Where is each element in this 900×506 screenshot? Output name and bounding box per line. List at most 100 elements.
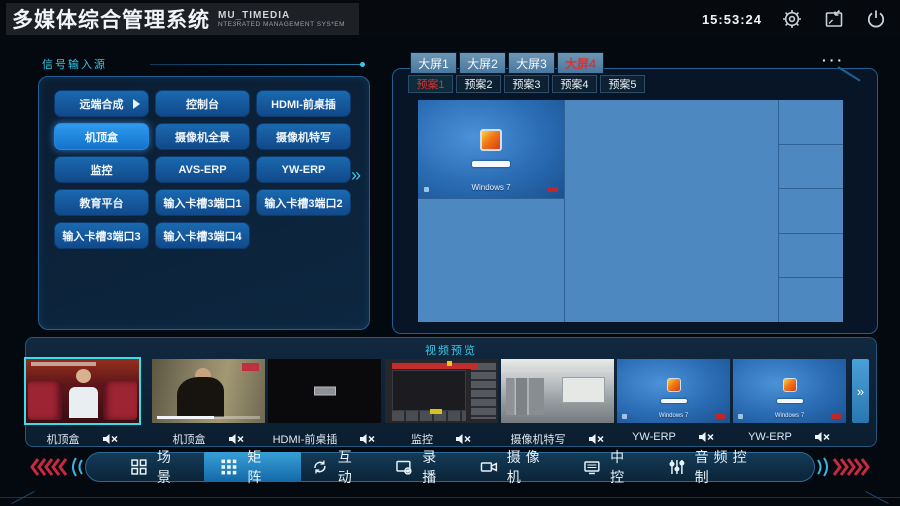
preview-item: 监控 <box>385 359 498 447</box>
thumbnail-image <box>152 359 265 423</box>
user-avatar <box>480 129 502 151</box>
screen-tab-bar: 大屏1 大屏2 大屏3 大屏4 <box>410 52 604 74</box>
video-preview-strip: 视频预览 机顶盒 HDMI-前桌插 <box>25 337 877 447</box>
preview-item: Windows 7 YW-ERP <box>617 359 730 443</box>
source-button-camera-wide[interactable]: 摄像机全景 <box>155 123 250 150</box>
thumbnail-image <box>385 359 498 423</box>
source-panel-title: 信号输入源 <box>42 56 107 72</box>
preview-thumbnail-settop[interactable] <box>152 359 265 423</box>
shutdown-button-art <box>548 187 558 192</box>
wall-cell-right-2[interactable] <box>779 145 843 190</box>
source-button-camera-closeup[interactable]: 摄像机特写 <box>256 123 351 150</box>
source-button-hdmi[interactable]: HDMI-前桌插 <box>256 90 351 117</box>
source-button-grid: 远端合成 控制台 HDMI-前桌插 机顶盒 摄像机全景 摄像机特写 监控 AVS… <box>51 87 357 252</box>
thumbnail-image: Windows 7 <box>733 359 846 423</box>
thumbnail-image <box>501 359 614 423</box>
source-button-slot3-port4[interactable]: 输入卡槽3端口4 <box>155 222 250 249</box>
preview-thumbnail-yw-erp-1[interactable]: Windows 7 <box>617 359 730 423</box>
source-button-slot3-port2[interactable]: 输入卡槽3端口2 <box>256 189 351 216</box>
wall-cell-center[interactable] <box>565 100 779 322</box>
submenu-arrow-icon <box>133 99 140 109</box>
nav-item-scene[interactable]: 场景 <box>120 452 204 482</box>
video-camera-icon <box>480 458 498 476</box>
wall-cell-blank[interactable] <box>418 199 564 322</box>
source-button-remote-compose[interactable]: 远端合成 <box>54 90 149 117</box>
source-button-yw-erp[interactable]: YW-ERP <box>256 156 351 183</box>
preview-thumbnail-settop-selected[interactable] <box>26 359 139 423</box>
source-button-edu-platform[interactable]: 教育平台 <box>54 189 149 216</box>
resize-icon[interactable] <box>822 7 846 31</box>
app-header: 多媒体综合管理系统 MU_TIMEDIA NTE3RATED MANAGEMEN… <box>0 0 900 38</box>
mute-icon[interactable] <box>359 433 376 445</box>
control-console-icon <box>583 458 601 476</box>
preview-thumbnail-camera-closeup[interactable] <box>501 359 614 423</box>
app-title-block: 多媒体综合管理系统 MU_TIMEDIA NTE3RATED MANAGEMEN… <box>6 3 359 35</box>
mute-icon[interactable] <box>102 433 119 445</box>
preview-thumbnail-monitor[interactable] <box>385 359 498 423</box>
thumb-label: YW-ERP <box>632 431 676 443</box>
windows-label: Windows 7 <box>418 183 564 192</box>
gear-icon[interactable] <box>780 7 804 31</box>
nav-item-matrix[interactable]: 矩阵 <box>204 452 300 482</box>
tab-screen-3[interactable]: 大屏3 <box>508 52 555 74</box>
thumbnail-image: Windows 7 <box>617 359 730 423</box>
preview-item: 摄像机特写 <box>501 359 614 447</box>
power-icon[interactable] <box>864 7 888 31</box>
tab-preset-1[interactable]: 预案1 <box>408 75 453 93</box>
preview-item: Windows 7 YW-ERP <box>733 359 846 443</box>
wall-cell-right-4[interactable] <box>779 234 843 279</box>
preview-item: 机顶盒 <box>26 359 139 447</box>
nav-item-interactive[interactable]: 互动 <box>301 452 385 482</box>
scroll-right-button[interactable]: » <box>852 359 869 423</box>
ease-of-access-art <box>424 187 429 192</box>
tab-preset-3[interactable]: 预案3 <box>504 75 549 93</box>
tab-screen-2[interactable]: 大屏2 <box>459 52 506 74</box>
nav-item-recording[interactable]: 录播 <box>385 452 469 482</box>
nav-item-camera[interactable]: 摄像机 <box>470 452 573 482</box>
clock: 15:53:24 <box>702 12 762 27</box>
preview-strip-title: 视频预览 <box>26 342 876 358</box>
mute-icon[interactable] <box>698 431 715 443</box>
thumb-label: 机顶盒 <box>47 431 80 447</box>
expand-sources-icon[interactable]: » <box>351 165 361 186</box>
mute-icon[interactable] <box>814 431 831 443</box>
tab-screen-4[interactable]: 大屏4 <box>557 52 604 74</box>
video-wall: Windows 7 <box>418 100 843 322</box>
preview-thumbnail-hdmi[interactable] <box>268 359 381 423</box>
mute-icon[interactable] <box>228 433 245 445</box>
windows7-login-preview: Windows 7 <box>418 100 564 198</box>
mute-icon[interactable] <box>588 433 605 445</box>
wall-cell-windows-preview[interactable]: Windows 7 <box>418 100 564 199</box>
bottom-border-line <box>0 497 900 498</box>
tab-preset-5[interactable]: 预案5 <box>600 75 645 93</box>
more-menu-icon[interactable]: ··· <box>822 52 845 68</box>
preview-item: HDMI-前桌插 <box>268 359 381 447</box>
tab-preset-2[interactable]: 预案2 <box>456 75 501 93</box>
grid-2x2-icon <box>130 458 148 476</box>
thumb-label: 摄像机特写 <box>511 431 566 447</box>
thumbnail-image <box>26 359 139 423</box>
title-divider-line <box>150 64 362 65</box>
wall-cell-right-5[interactable] <box>779 278 843 322</box>
thumb-label: 监控 <box>411 431 433 447</box>
source-button-slot3-port3[interactable]: 输入卡槽3端口3 <box>54 222 149 249</box>
tab-screen-1[interactable]: 大屏1 <box>410 52 457 74</box>
nav-item-audio-control[interactable]: 音频控制 <box>658 452 780 482</box>
thumb-label: HDMI-前桌插 <box>273 431 338 447</box>
source-button-avs-erp[interactable]: AVS-ERP <box>155 156 250 183</box>
wall-cell-right-3[interactable] <box>779 189 843 234</box>
source-button-settop-box[interactable]: 机顶盒 <box>54 123 149 150</box>
preview-thumbnail-yw-erp-2[interactable]: Windows 7 <box>733 359 846 423</box>
app-title: 多媒体综合管理系统 <box>12 4 210 34</box>
source-button-console[interactable]: 控制台 <box>155 90 250 117</box>
source-button-monitor[interactable]: 监控 <box>54 156 149 183</box>
password-input-art <box>472 161 510 167</box>
thumb-label: YW-ERP <box>748 431 792 443</box>
sync-arrows-icon <box>311 458 329 476</box>
brand-subtitle: MU_TIMEDIA NTE3RATED MANAGEMENT SYS*EM <box>218 10 345 28</box>
source-button-slot3-port1[interactable]: 输入卡槽3端口1 <box>155 189 250 216</box>
wall-cell-right-1[interactable] <box>779 100 843 145</box>
nav-item-central-control[interactable]: 中控 <box>573 452 657 482</box>
tab-preset-4[interactable]: 预案4 <box>552 75 597 93</box>
mute-icon[interactable] <box>455 433 472 445</box>
